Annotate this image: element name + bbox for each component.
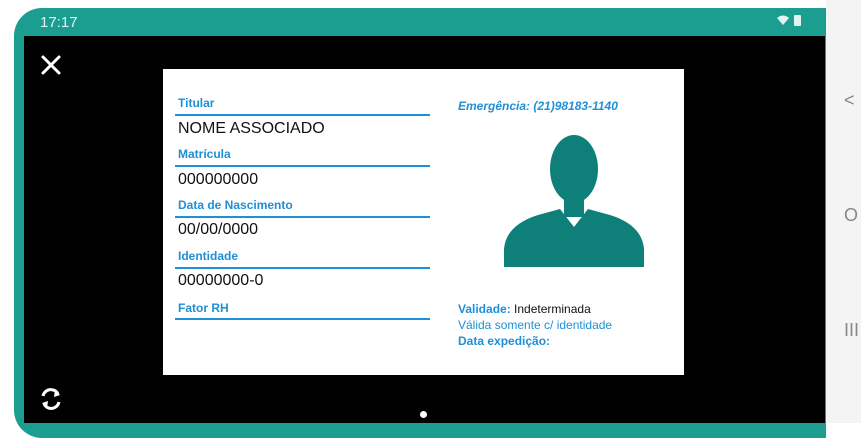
label-matricula: Matrícula <box>178 147 231 161</box>
validity-label: Validade: <box>458 302 511 316</box>
status-time: 17:17 <box>40 14 78 31</box>
divider <box>175 267 430 269</box>
validity-value: Indeterminada <box>514 302 591 316</box>
status-bar: 17:17 <box>24 10 825 36</box>
value-titular: NOME ASSOCIADO <box>178 120 325 137</box>
label-fator-rh: Fator RH <box>178 301 229 315</box>
close-icon[interactable] <box>40 54 62 76</box>
battery-icon <box>794 14 801 26</box>
page-indicator-dot <box>420 411 427 418</box>
label-identidade: Identidade <box>178 249 239 263</box>
divider <box>175 216 430 218</box>
wifi-icon <box>777 15 789 25</box>
rotate-icon[interactable] <box>38 386 64 412</box>
value-identidade: 00000000-0 <box>178 272 264 289</box>
person-silhouette-icon <box>504 135 644 267</box>
home-button[interactable]: O <box>844 205 858 226</box>
back-button[interactable]: < <box>844 90 855 111</box>
membership-card: Titular NOME ASSOCIADO Matrícula 0000000… <box>163 69 684 375</box>
divider <box>175 114 430 116</box>
label-birthdate: Data de Nascimento <box>178 198 293 212</box>
validity-note: Válida somente c/ identidade <box>458 318 613 332</box>
divider <box>175 318 430 320</box>
label-titular: Titular <box>178 96 215 110</box>
validity-block: Validade: Indeterminada Válida somente c… <box>458 301 612 349</box>
divider <box>175 165 430 167</box>
recents-button[interactable]: III <box>844 320 859 341</box>
issue-date-label: Data expedição: <box>458 334 551 348</box>
value-matricula: 000000000 <box>178 171 259 188</box>
value-birthdate: 00/00/0000 <box>178 221 259 238</box>
emergency-phone: Emergência: (21)98183-1140 <box>458 99 618 113</box>
